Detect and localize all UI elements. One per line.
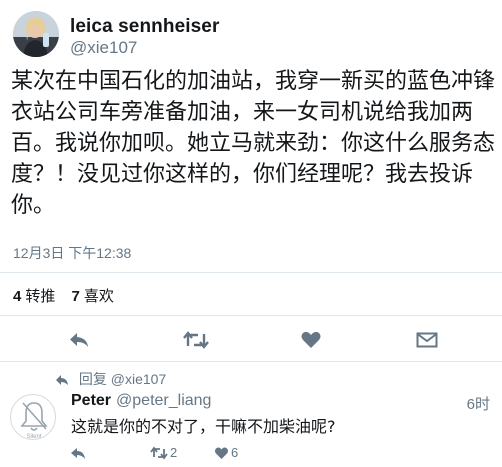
- retweet-icon: [183, 331, 209, 349]
- reply-context-label: 回复: [78, 371, 107, 387]
- reply-tweet: 回复 @xie107 Silent Peter @peter_liang 6时 这…: [0, 362, 502, 467]
- reply-author[interactable]: Peter @peter_liang: [71, 392, 211, 410]
- reply-like-button[interactable]: 6: [214, 444, 238, 462]
- reply-context-handle[interactable]: @xie107: [111, 371, 166, 387]
- retweet-stat-label: 转推: [25, 288, 56, 305]
- avatar-photo: [13, 11, 59, 57]
- reply-actions: 2 6: [70, 442, 370, 464]
- main-tweet: leica sennheiser @xie107 某次在中国石化的加油站，我穿一…: [0, 0, 502, 362]
- tweet-stats: 4 转推 7 喜欢: [13, 285, 126, 306]
- bell-slash-icon: Silent: [20, 402, 48, 440]
- reply-reply-button[interactable]: [70, 444, 86, 462]
- reply-like-count: 6: [231, 445, 239, 461]
- like-stat-label: 喜欢: [83, 288, 114, 305]
- reply-retweet-count: 2: [170, 445, 178, 461]
- reply-text: 这就是你的不对了，干嘛不加柴油呢?: [71, 417, 336, 436]
- reply-context: 回复 @xie107: [55, 369, 166, 389]
- tweet-timestamp[interactable]: 12月3日 下午12:38: [13, 243, 131, 263]
- envelope-icon: [416, 332, 438, 348]
- display-name[interactable]: leica sennheiser: [70, 16, 219, 38]
- user-handle[interactable]: @xie107: [70, 38, 137, 58]
- avatar[interactable]: [13, 11, 59, 57]
- retweet-count: 4: [13, 288, 22, 305]
- reply-retweet-button[interactable]: 2: [150, 444, 177, 462]
- reply-button[interactable]: [68, 330, 92, 350]
- like-count: 7: [71, 288, 80, 305]
- reply-arrow-icon: [70, 333, 88, 347]
- reply-display-name: Peter: [71, 392, 112, 409]
- heart-icon: [215, 447, 228, 459]
- tweet-actions: [0, 322, 502, 358]
- divider: [0, 315, 502, 316]
- reply-timestamp[interactable]: 6时: [467, 393, 490, 414]
- heart-icon: [301, 331, 321, 348]
- reply-arrow-icon: [71, 447, 85, 459]
- message-button[interactable]: [416, 330, 440, 350]
- reply-avatar[interactable]: Silent: [10, 394, 56, 440]
- retweet-button[interactable]: [183, 330, 209, 350]
- like-button[interactable]: [300, 330, 324, 350]
- silent-label: Silent: [26, 434, 41, 440]
- tweet-text: 某次在中国石化的加油站，我穿一新买的蓝色冲锋衣站公司车旁准备加油，来一女司机说给…: [11, 69, 496, 218]
- divider: [0, 272, 502, 273]
- reply-arrow-icon: [56, 375, 68, 386]
- retweet-stat[interactable]: 4 转推: [13, 288, 55, 305]
- retweet-icon: [150, 446, 168, 460]
- reply-handle: @peter_liang: [116, 392, 212, 409]
- like-stat[interactable]: 7 喜欢: [72, 288, 114, 305]
